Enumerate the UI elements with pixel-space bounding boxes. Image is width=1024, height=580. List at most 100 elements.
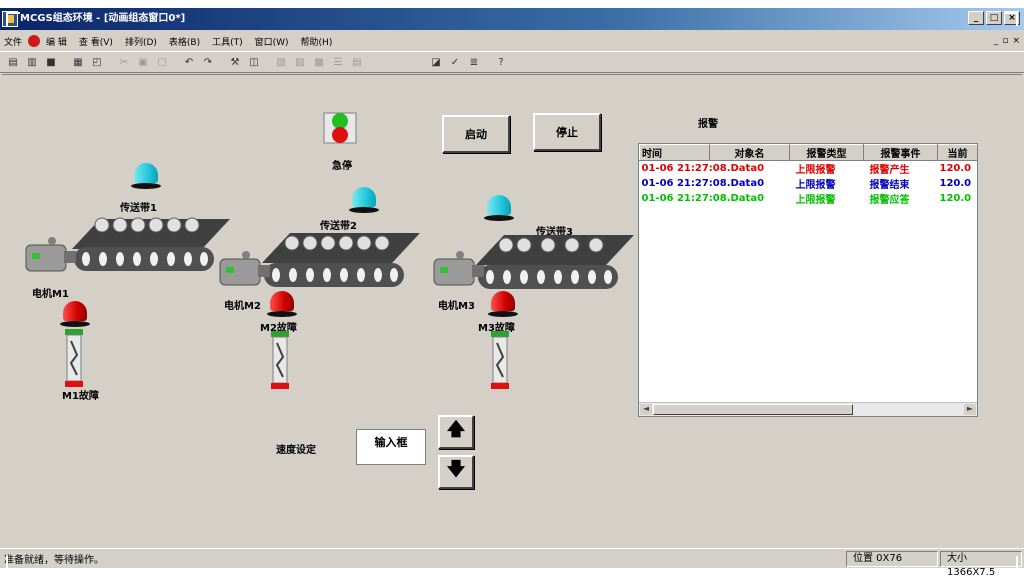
header-object[interactable]: 对象名	[710, 145, 790, 161]
mdi-close-icon[interactable]: ×	[1012, 36, 1020, 46]
conveyor2-belt	[262, 227, 422, 295]
redo-icon[interactable]: ↷	[199, 53, 217, 71]
table-row[interactable]: 01-06 21:27:08.Data0 上限报警 报警产生 120.0	[640, 161, 978, 177]
header-type[interactable]: 报警类型	[790, 145, 864, 161]
status-bar: 准备就绪，等待操作。 位置 0X76 大小 1366X7.5	[0, 548, 1024, 568]
maximize-icon[interactable]: □	[986, 11, 1002, 25]
motor2-icon	[218, 249, 272, 289]
overlay-corner	[1004, 12, 1018, 26]
open-icon[interactable]: ▥	[23, 53, 41, 71]
motor3-icon	[432, 249, 486, 289]
paste-icon[interactable]: ▢	[153, 53, 171, 71]
motor1-label: 电机M1	[32, 285, 69, 300]
align-top-icon[interactable]: ▩	[310, 53, 328, 71]
alarm-table[interactable]: 时间 对象名 报警类型 报警事件 当前 01-06 21:27:08.Data0…	[638, 143, 978, 417]
app-window: MCGS组态环境 - [动画组态窗口0*] _ □ × 文件 编 辑 查 看(V…	[0, 8, 1024, 568]
menu-table[interactable]: 表格(B)	[169, 35, 200, 48]
undo-icon[interactable]: ↶	[180, 53, 198, 71]
menu-bar: 文件 编 辑 查 看(V) 排列(D) 表格(B) 工具(T) 窗口(W) 帮助…	[0, 32, 1024, 50]
cell-event: 报警应答	[864, 191, 938, 206]
copy-icon[interactable]: ▣	[134, 53, 152, 71]
cell-type: 上限报警	[790, 191, 864, 206]
toolbar: ▤ ▥ ■ ▦ ◰ ✂ ▣ ▢ ↶ ↷ ⚒ ◫ ▧ ▨ ▩ ☰ ▤ ◪ ✓ ≣ …	[0, 51, 1024, 73]
status-text: 准备就绪，等待操作。	[0, 551, 846, 566]
conveyor1-belt	[72, 213, 232, 281]
motor2-label: 电机M2	[224, 297, 261, 312]
stop-button[interactable]: 停止	[533, 113, 601, 151]
fault3-lamp-icon	[488, 291, 518, 319]
mdi-restore-icon[interactable]: ▫	[1002, 36, 1008, 46]
menu-help[interactable]: 帮助(H)	[301, 35, 333, 48]
conveyor2-lamp-icon	[349, 187, 379, 215]
print-icon[interactable]: ▦	[69, 53, 87, 71]
help-icon[interactable]: ?	[492, 53, 510, 71]
cell-value: 120.0	[938, 176, 978, 191]
speed-down-button[interactable]: 🡇	[438, 455, 474, 489]
scroll-right-icon[interactable]: ►	[964, 404, 976, 415]
check-icon[interactable]: ✓	[446, 53, 464, 71]
cell-value: 120.0	[938, 191, 978, 206]
mdi-minimize-icon[interactable]: _	[994, 36, 999, 46]
menu-tools[interactable]: 工具(T)	[212, 35, 243, 48]
scroll-left-icon[interactable]: ◄	[640, 404, 652, 415]
minimize-icon[interactable]: _	[968, 11, 984, 25]
window-icon[interactable]: ◫	[245, 53, 263, 71]
cell-time-object: 01-06 21:27:08.Data0	[640, 176, 790, 191]
estop-light-icon[interactable]	[322, 109, 358, 149]
cell-event: 报警结束	[864, 176, 938, 191]
motor3-label: 电机M3	[438, 297, 475, 312]
list-icon[interactable]: ≣	[465, 53, 483, 71]
save-icon[interactable]: ■	[42, 53, 60, 71]
start-button[interactable]: 启动	[442, 115, 510, 153]
properties-icon[interactable]: ◪	[427, 53, 445, 71]
scroll-thumb[interactable]	[653, 404, 853, 415]
arrow-up-icon: 🡅	[447, 417, 466, 447]
menu-arrange[interactable]: 排列(D)	[125, 35, 157, 48]
menu-edit[interactable]: 编 辑	[46, 35, 67, 48]
menu-view[interactable]: 查 看(V)	[79, 35, 113, 48]
preview-icon[interactable]: ◰	[88, 53, 106, 71]
fault2-lamp-icon	[267, 291, 297, 319]
align-left-icon[interactable]: ▧	[272, 53, 290, 71]
cell-time-object: 01-06 21:27:08.Data0	[640, 191, 790, 206]
table-row[interactable]: 01-06 21:27:08.Data0 上限报警 报警结束 120.0	[640, 176, 978, 191]
tools-icon[interactable]: ⚒	[226, 53, 244, 71]
motor1-icon	[24, 235, 78, 275]
conveyor3-belt	[476, 229, 636, 297]
fault1-label: M1故障	[62, 387, 99, 402]
header-time[interactable]: 时间	[640, 145, 710, 161]
menu-file[interactable]: 文件	[4, 35, 22, 48]
estop-label: 急停	[332, 157, 352, 172]
alarm-header-row: 时间 对象名 报警类型 报警事件 当前	[640, 145, 978, 161]
conveyor3-lamp-icon	[484, 195, 514, 223]
fault1-switch[interactable]	[64, 329, 84, 389]
status-position: 位置 0X76	[846, 551, 938, 567]
cut-icon[interactable]: ✂	[115, 53, 133, 71]
design-canvas[interactable]: 急停 启动 停止 报警 传送带1 传送带2 传送带3	[2, 74, 1022, 548]
align-right-icon[interactable]: ▨	[291, 53, 309, 71]
cell-type: 上限报警	[790, 176, 864, 191]
header-current[interactable]: 当前	[938, 145, 978, 161]
conveyor1-label: 传送带1	[120, 199, 157, 214]
mdi-controls: _ ▫ ×	[994, 36, 1020, 46]
new-icon[interactable]: ▤	[4, 53, 22, 71]
fault1-lamp-icon	[60, 301, 90, 329]
window-title: MCGS组态环境 - [动画组态窗口0*]	[20, 13, 185, 24]
fault2-switch[interactable]	[270, 331, 290, 391]
overlay-corner	[6, 556, 20, 570]
horizontal-scrollbar[interactable]: ◄ ►	[639, 402, 977, 416]
title-bar: MCGS组态环境 - [动画组态窗口0*] _ □ ×	[0, 8, 1024, 30]
table-row[interactable]: 01-06 21:27:08.Data0 上限报警 报警应答 120.0	[640, 191, 978, 206]
align-bottom-icon[interactable]: ☰	[329, 53, 347, 71]
header-event[interactable]: 报警事件	[864, 145, 938, 161]
cell-value: 120.0	[938, 161, 978, 177]
speed-input[interactable]: 输入框	[356, 429, 426, 465]
menu-window[interactable]: 窗口(W)	[255, 35, 289, 48]
speed-up-button[interactable]: 🡅	[438, 415, 474, 449]
overlay-corner	[1004, 556, 1018, 570]
fault3-switch[interactable]	[490, 331, 510, 391]
align-center-icon[interactable]: ▤	[348, 53, 366, 71]
cell-time-object: 01-06 21:27:08.Data0	[640, 161, 790, 177]
arrow-down-icon: 🡇	[447, 457, 466, 487]
conveyor1-lamp-icon	[131, 163, 161, 191]
